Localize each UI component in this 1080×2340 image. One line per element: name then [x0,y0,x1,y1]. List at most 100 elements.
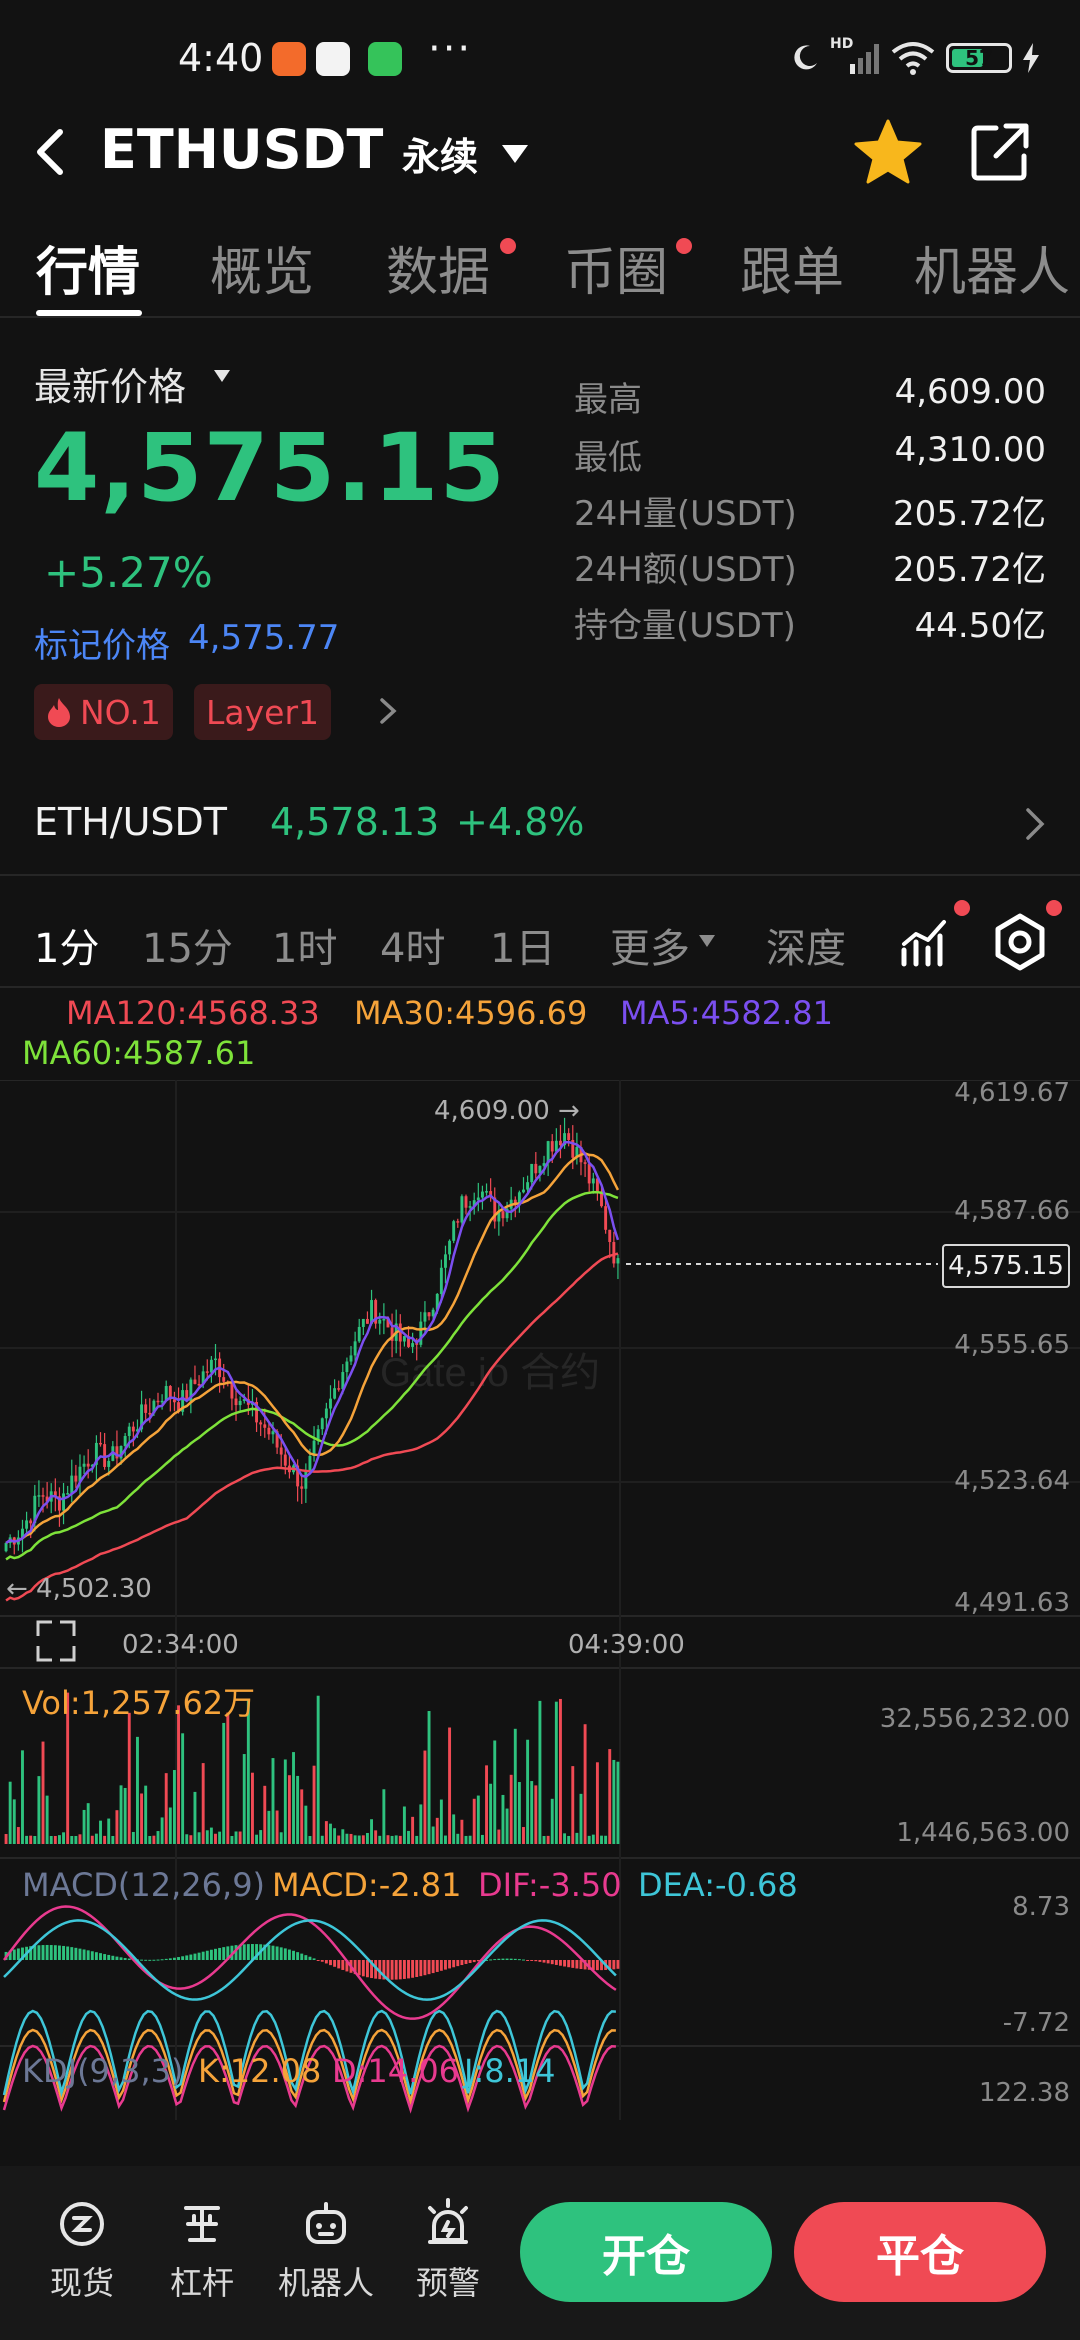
chevron-right-icon[interactable] [376,696,400,726]
volume-bar [407,1830,410,1844]
y-tick: 4,523.64 [954,1466,1070,1496]
tab-robot[interactable]: 机器人 [914,230,1070,305]
volume-bar [279,1832,283,1844]
macd-histogram-bar [66,1946,70,1960]
volume-bar [152,1835,156,1844]
volume-bar [16,1827,20,1844]
volume-bar [509,1774,513,1844]
macd-histogram-bar [567,1960,571,1968]
volume-min: 1,446,563.00 [896,1818,1070,1848]
divider [0,986,1080,988]
category-tag[interactable]: Layer1 [194,684,332,740]
nav-margin[interactable]: 杠杆 [152,2196,252,2304]
macd-histogram-bar [94,1952,98,1960]
candle-body [587,1163,591,1184]
stat-low-value: 4,310.00 [894,430,1046,470]
volume-bar [517,1782,521,1844]
macd-histogram-bar [530,1960,534,1961]
volume-bar [361,1835,365,1844]
macd-histogram-bar [78,1948,82,1960]
kline-chart[interactable]: Gate.io 合约 [0,1080,1080,2120]
interval-1h[interactable]: 1时 [272,916,337,974]
share-icon[interactable] [966,118,1034,186]
candle-body [616,1258,620,1264]
interval-1m[interactable]: 1分 [34,916,99,974]
nav-robot[interactable]: 机器人 [276,2196,376,2304]
volume-bar [259,1830,263,1844]
stat-high-value: 4,609.00 [894,372,1046,412]
tab-data[interactable]: 数据 [386,230,490,305]
interval-more[interactable]: 更多 [610,916,690,974]
candle-body [193,1379,197,1384]
last-price-label[interactable]: 最新价格 [34,356,186,411]
fullscreen-icon[interactable] [36,1620,76,1662]
macd-histogram-bar [435,1960,439,1972]
close-position-button[interactable]: 平仓 [794,2202,1046,2302]
interval-15m[interactable]: 15分 [142,916,233,974]
interval-1d[interactable]: 1日 [490,916,555,974]
candle-body [604,1206,608,1230]
back-icon[interactable] [24,122,84,182]
contract-type-label[interactable]: 永续 [402,126,478,181]
nav-alert-label: 预警 [415,2264,480,2302]
high-marker: 4,609.00 → [434,1096,580,1126]
macd-histogram-bar [534,1960,538,1962]
macd-histogram-bar [411,1960,415,1978]
triangle-down-icon[interactable] [698,934,716,948]
settings-icon[interactable] [990,912,1050,972]
chevron-right-icon[interactable] [1024,806,1046,842]
candle-body [283,1454,287,1466]
volume-bar [435,1817,439,1844]
interval-4h[interactable]: 4时 [380,916,445,974]
watermark: Gate.io 合约 [380,1351,600,1395]
tab-copy-trading[interactable]: 跟单 [740,230,844,305]
candle-body [526,1182,530,1190]
nav-spot[interactable]: 现货 [32,2196,132,2304]
indicator-chart-icon[interactable] [898,914,954,970]
triangle-down-icon[interactable] [212,368,232,384]
candle-body [127,1426,131,1436]
macd-histogram-bar [526,1960,530,1961]
volume-bar [604,1835,608,1844]
low-marker: ← 4,502.30 [6,1574,152,1604]
rank-tag[interactable]: NO.1 [34,684,173,740]
volume-bar [563,1833,567,1844]
candle-body [485,1191,488,1193]
dif-value: DIF:-3.50 [478,1866,622,1904]
volume-bar [70,1835,74,1844]
depth-chart-tab[interactable]: 深度 [766,916,846,974]
open-position-button[interactable]: 开仓 [520,2202,772,2302]
candle-body [600,1193,603,1207]
volume-bar [312,1765,316,1844]
macd-histogram-bar [148,1959,152,1961]
volume-bar [591,1834,595,1844]
volume-bar [542,1836,546,1844]
candle-body [468,1206,472,1208]
candle-body [423,1312,427,1322]
star-icon[interactable] [852,116,924,188]
nav-alert[interactable]: 预警 [398,2196,498,2304]
candle-body [337,1388,341,1390]
volume-bar [357,1835,361,1844]
robot-icon [306,2202,346,2244]
macd-histogram-bar [464,1960,468,1964]
candle-body [476,1197,480,1201]
tab-market[interactable]: 行情 [36,230,140,305]
pair-title[interactable]: ETHUSDT [100,118,383,181]
candle-body [259,1422,263,1425]
tab-overview[interactable]: 概览 [210,230,314,305]
macd-histogram-bar [439,1960,443,1971]
volume-bar [4,1834,8,1844]
stat-24h-turnover-value: 205.72亿 [893,550,1046,590]
kdj-j-value: J:8.14 [464,2052,556,2090]
volume-bar [386,1835,390,1844]
candle-body [522,1189,525,1193]
macd-histogram-bar [214,1948,217,1960]
ma60-label: MA60:4587.61 [22,1034,256,1072]
volume-bar [226,1712,230,1844]
macd-histogram-bar [456,1960,460,1967]
candle-body [501,1211,505,1219]
triangle-down-icon[interactable] [500,142,530,166]
macd-histogram-bar [279,1947,283,1960]
tab-community[interactable]: 币圈 [564,230,668,305]
